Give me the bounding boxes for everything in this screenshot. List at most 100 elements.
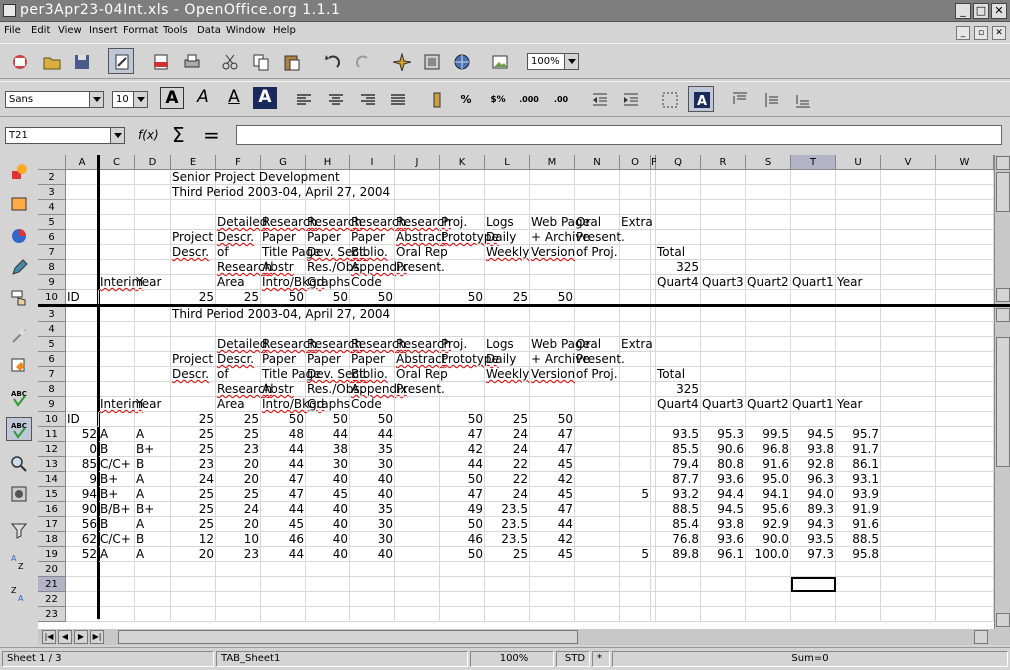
cell-w6[interactable] [936,230,994,245]
cell-k3[interactable] [440,307,485,322]
cell-o20[interactable] [620,562,651,577]
cell-s3[interactable] [746,185,791,200]
cell-v13[interactable] [881,457,936,472]
cell-v6[interactable] [881,352,936,367]
cell-m19[interactable]: 45 [530,547,575,562]
cell-e5[interactable] [171,215,216,230]
menu-file[interactable]: File [4,25,21,36]
cell-k2[interactable] [440,170,485,185]
menu-format[interactable]: Format [123,25,158,36]
print-button[interactable] [178,48,204,74]
cell-l21[interactable] [485,577,530,592]
cell-s8[interactable] [746,382,791,397]
cell-d19[interactable]: A [135,547,171,562]
cell-w7[interactable] [936,245,994,260]
cell-r12[interactable]: 90.6 [701,442,746,457]
row-header-7[interactable]: 7 [38,245,66,260]
cell-r5[interactable] [701,337,746,352]
close-button[interactable]: ✕ [991,3,1007,19]
cell-j20[interactable] [395,562,440,577]
cell-h8[interactable]: Res./Obs. [306,382,363,397]
cell-m9[interactable] [530,275,575,290]
cell-n18[interactable] [575,532,620,547]
cell-k5[interactable]: Proj. [440,337,485,352]
cell-v12[interactable] [881,442,936,457]
cell-o21[interactable] [620,577,651,592]
cell-w7[interactable] [936,367,994,382]
cell-n10[interactable] [575,290,620,304]
cell-o15[interactable]: 5 [620,487,651,502]
cell-d9[interactable]: Year [135,275,171,290]
cell-a6[interactable] [66,352,99,367]
cell-a12[interactable]: 0 [66,442,99,457]
cell-j13[interactable] [395,457,440,472]
cell-r7[interactable] [701,367,746,382]
cell-h18[interactable]: 40 [306,532,350,547]
cell-v8[interactable] [881,260,936,275]
cell-t5[interactable] [791,337,836,352]
cell-n11[interactable] [575,427,620,442]
center-vertically-button[interactable] [758,86,784,112]
cell-w22[interactable] [936,592,994,607]
cell-c6[interactable] [99,352,135,367]
cell-t4[interactable] [791,200,836,215]
cell-j10[interactable] [395,412,440,427]
cell-r9[interactable]: Quart3 [701,397,746,412]
cell-n20[interactable] [575,562,620,577]
cell-l20[interactable] [485,562,530,577]
cell-c5[interactable] [99,337,135,352]
cell-n6[interactable]: Present. [575,352,625,367]
cell-o9[interactable] [620,397,651,412]
cell-h4[interactable] [306,200,350,215]
prev-sheet-button[interactable]: ◀ [58,630,72,644]
cell-t19[interactable]: 97.3 [791,547,836,562]
scroll-right-button[interactable] [974,630,988,644]
cell-f21[interactable] [216,577,261,592]
row-header-6[interactable]: 6 [38,230,66,245]
insert-button[interactable] [6,159,32,183]
cell-v14[interactable] [881,472,936,487]
cell-k4[interactable] [440,322,485,337]
column-header-r[interactable]: R [701,155,746,170]
row-header-5[interactable]: 5 [38,337,66,352]
cell-j16[interactable] [395,502,440,517]
scroll-thumb[interactable] [996,172,1010,212]
cell-a7[interactable] [66,245,99,260]
align-top-button[interactable] [726,86,752,112]
cell-w9[interactable] [936,397,994,412]
column-header-g[interactable]: G [261,155,306,170]
cell-m7[interactable]: Version [530,367,575,382]
cell-j7[interactable]: Oral Rep [395,367,448,382]
cell-u18[interactable]: 88.5 [836,532,881,547]
column-header-s[interactable]: S [746,155,791,170]
cell-m8[interactable] [530,382,575,397]
column-header-q[interactable]: Q [656,155,701,170]
cell-t16[interactable]: 89.3 [791,502,836,517]
cell-w13[interactable] [936,457,994,472]
align-right-button[interactable] [354,86,380,112]
cell-q5[interactable] [656,337,701,352]
cell-q12[interactable]: 85.5 [656,442,701,457]
cell-j15[interactable] [395,487,440,502]
minimize-button[interactable]: _ [955,3,971,19]
cell-r7[interactable] [701,245,746,260]
cell-l3[interactable] [485,307,530,322]
cell-w4[interactable] [936,322,994,337]
cell-e3[interactable]: Third Period 2003-04, April 27, 2004 [171,307,390,322]
cell-i14[interactable]: 40 [350,472,395,487]
doc-minimize-button[interactable]: _ [956,26,970,40]
font-color-button[interactable]: A [253,87,277,109]
chevron-down-icon[interactable] [564,54,578,69]
cell-n7[interactable]: of Proj. [575,245,620,260]
cell-c8[interactable] [99,382,135,397]
cell-c20[interactable] [99,562,135,577]
cell-v3[interactable] [881,307,936,322]
row-header-11[interactable]: 11 [38,427,66,442]
cell-t8[interactable] [791,260,836,275]
cell-q16[interactable]: 88.5 [656,502,701,517]
cell-d20[interactable] [135,562,171,577]
cell-i19[interactable]: 40 [350,547,395,562]
cell-w10[interactable] [936,412,994,427]
cell-c11[interactable]: A [99,427,135,442]
cell-o7[interactable] [620,367,651,382]
